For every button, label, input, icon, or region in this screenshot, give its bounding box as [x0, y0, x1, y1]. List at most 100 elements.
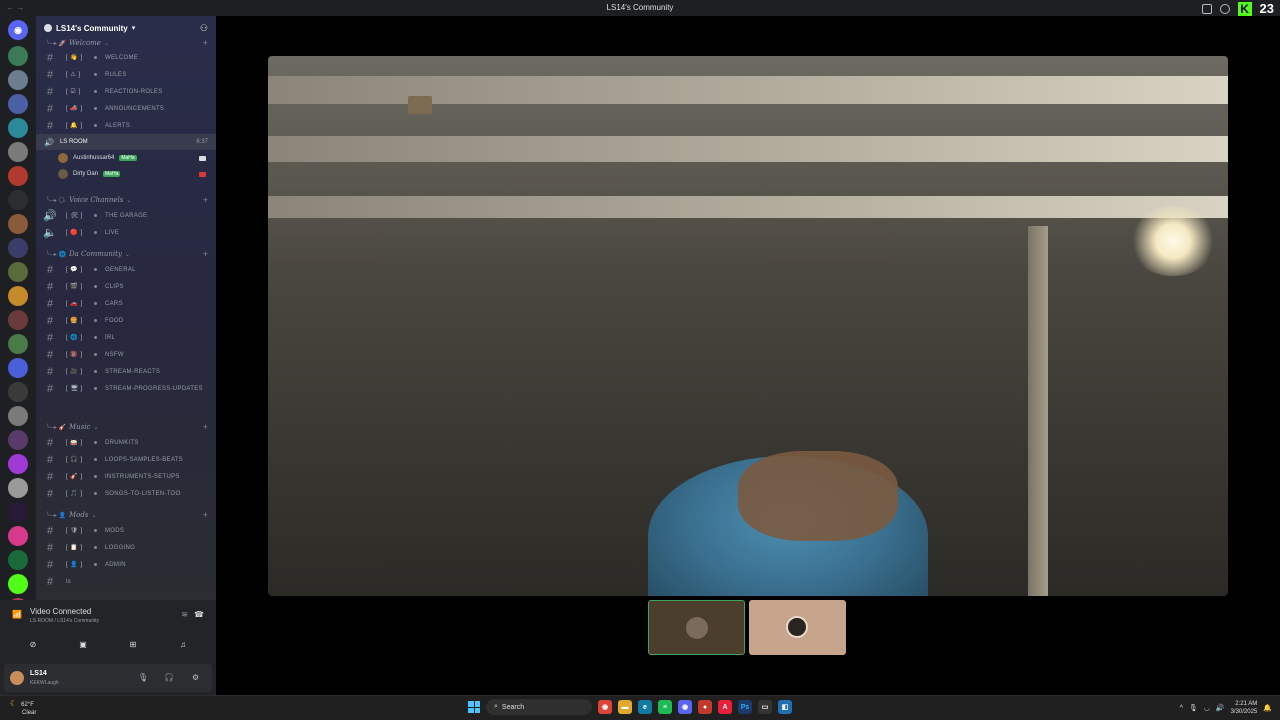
server-icon[interactable] [8, 574, 28, 594]
wifi-icon[interactable]: ◡ [1204, 704, 1210, 712]
discord-home-icon[interactable]: ◉ [8, 20, 28, 40]
server-icon[interactable] [8, 382, 28, 402]
server-icon[interactable] [8, 166, 28, 186]
terminal-icon[interactable]: ▭ [758, 700, 772, 714]
channel-row[interactable]: #[ 👤 ] admin [36, 556, 216, 573]
channel-row[interactable]: #[ 🥁 ] drumkits [36, 434, 216, 451]
discord-icon[interactable]: ◉ [678, 700, 692, 714]
clock[interactable]: 2:21 AM 3/30/2025 [1231, 700, 1258, 716]
server-icon[interactable] [8, 478, 28, 498]
voice-channel-row[interactable]: 🔊[ 🛠 ] THE GARAGE [36, 207, 216, 224]
server-icon[interactable] [8, 190, 28, 210]
server-icon[interactable] [8, 262, 28, 282]
channel-row[interactable]: #[ 🎧 ] loops-samples-beats [36, 451, 216, 468]
user-area[interactable]: LS14 KEKWLaugh 🎙 🎧 ⚙ [4, 664, 212, 692]
gear-icon[interactable]: ⚙ [192, 673, 199, 682]
server-icon[interactable] [8, 118, 28, 138]
edge-icon[interactable]: e [638, 700, 652, 714]
channel-row[interactable]: #[ 🔔 ] alerts [36, 117, 216, 134]
add-channel-icon[interactable]: + [203, 249, 208, 259]
participant-tile[interactable] [648, 600, 745, 655]
add-channel-icon[interactable]: + [203, 38, 208, 48]
channel-row[interactable]: #[ ☑ ] reaction-roles [36, 83, 216, 100]
server-icon[interactable] [8, 46, 28, 66]
spotify-icon[interactable]: ≡ [658, 700, 672, 714]
server-icon[interactable] [8, 430, 28, 450]
add-member-icon[interactable]: ⚇ [200, 23, 208, 34]
channel-row[interactable]: #[ 🖥 ] stream-progress-updates [36, 380, 216, 397]
add-channel-icon[interactable]: + [203, 510, 208, 520]
server-icon[interactable] [8, 70, 28, 90]
channel-row[interactable]: #[ 📣 ] announcements [36, 100, 216, 117]
help-icon[interactable] [1219, 3, 1230, 14]
camera-off-icon[interactable]: ⊘ [27, 640, 39, 652]
server-icon[interactable] [8, 358, 28, 378]
disconnect-icon[interactable]: ☎ [194, 610, 204, 619]
channel-row[interactable]: #[ 📋 ] logging [36, 539, 216, 556]
channel-row[interactable]: #[ 🔞 ] nsfw [36, 346, 216, 363]
channel-row[interactable]: #[ 🚗 ] cars [36, 295, 216, 312]
server-icon[interactable] [8, 238, 28, 258]
avatar[interactable] [10, 671, 24, 685]
chrome-icon[interactable]: ◉ [598, 700, 612, 714]
voice-user[interactable]: Dirty Dan MaHa [58, 166, 212, 182]
participant-tile[interactable] [749, 600, 846, 655]
add-channel-icon[interactable]: + [203, 195, 208, 205]
weather-widget[interactable]: ☾ 62°F Clear [10, 700, 36, 717]
activities-icon[interactable]: ⊞ [127, 640, 139, 652]
voice-user[interactable]: Austinhussar64 MaHa [58, 150, 212, 166]
mic-icon[interactable]: 🎙 [1189, 704, 1198, 712]
hash-icon: # [46, 558, 54, 571]
channel-row[interactable]: #[ 🎸 ] instruments-setups [36, 468, 216, 485]
mic-icon[interactable]: 🎙 [138, 673, 148, 682]
voice-location[interactable]: LS ROOM / LS14's Community [30, 618, 99, 624]
channel-row[interactable]: #[ 🎵 ] songs-to-listen-too [36, 485, 216, 502]
video-feed[interactable] [268, 56, 1228, 596]
channel-row[interactable]: #[ 🌐 ] irl [36, 329, 216, 346]
noise-suppression-icon[interactable]: ≋ [181, 610, 188, 619]
server-icon[interactable] [8, 310, 28, 330]
inbox-icon[interactable] [1201, 3, 1212, 14]
voice-channel-row[interactable]: 🔈[ 🔴 ] LIVE [36, 224, 216, 241]
taskbar-search[interactable]: ⌕ Search [486, 699, 592, 715]
channel-row[interactable]: #[ 🎥 ] stream-reacts [36, 363, 216, 380]
channel-row[interactable]: #[ 🍔 ] food [36, 312, 216, 329]
category-mods[interactable]: ╰─▸ 👤 Mods ⌄ + [46, 509, 212, 521]
server-icon[interactable] [8, 142, 28, 162]
speaker-icon[interactable]: 🔊 [1216, 704, 1225, 712]
app-icon[interactable]: ◧ [778, 700, 792, 714]
category-welcome[interactable]: ╰─▸ 🚀 Welcome ⌄ + [46, 37, 212, 49]
channel-name: irl [105, 334, 116, 341]
server-icon[interactable] [8, 406, 28, 426]
obs-icon[interactable]: ● [698, 700, 712, 714]
category-voice[interactable]: ╰─▸ 🗣 Voice Channels ⌄ + [46, 194, 212, 206]
category-community[interactable]: ╰─▸ 🌐 Da Community ⌄ + [46, 248, 212, 260]
server-icon[interactable] [8, 526, 28, 546]
server-icon[interactable] [8, 94, 28, 114]
category-music[interactable]: ╰─▸ 🎸 Music ⌄ + [46, 421, 212, 433]
windows-start-icon[interactable] [468, 701, 480, 713]
channel-row[interactable]: #[ 👋 ] welcome [36, 49, 216, 66]
headphones-icon[interactable]: 🎧 [164, 673, 174, 682]
notification-icon[interactable]: 🔔 [1263, 704, 1272, 712]
channel-row[interactable]: #[ 🛡 ] mods [36, 522, 216, 539]
photoshop-icon[interactable]: Ps [738, 700, 752, 714]
channel-row[interactable]: #[ ⚠ ] rules [36, 66, 216, 83]
file-explorer-icon[interactable]: ▬ [618, 700, 632, 714]
mini-preview[interactable] [408, 96, 432, 114]
acrobat-icon[interactable]: A [718, 700, 732, 714]
server-icon[interactable] [8, 502, 28, 522]
soundboard-icon[interactable]: ♫ [177, 640, 189, 652]
channel-row[interactable]: #[ 🎬 ] clips [36, 278, 216, 295]
chevron-up-icon[interactable]: ^ [1180, 705, 1183, 712]
channel-row[interactable]: # ls [36, 573, 216, 590]
add-channel-icon[interactable]: + [203, 422, 208, 432]
channel-row[interactable]: #[ 💬 ] general [36, 261, 216, 278]
screen-share-icon[interactable]: ▣ [77, 640, 89, 652]
server-icon[interactable] [8, 334, 28, 354]
voice-channel-ls-room[interactable]: 🔊 LS ROOM 6:37 [36, 134, 216, 150]
server-icon[interactable] [8, 550, 28, 570]
server-icon[interactable] [8, 454, 28, 474]
server-icon[interactable] [8, 214, 28, 234]
server-icon[interactable] [8, 286, 28, 306]
